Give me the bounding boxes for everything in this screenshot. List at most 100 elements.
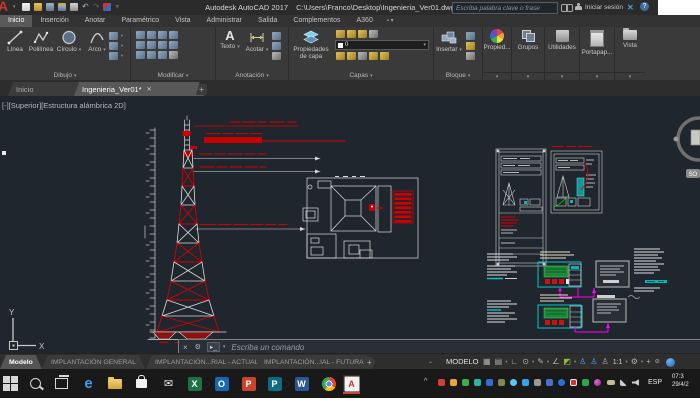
panel-modificar-label[interactable]: Modificar (131, 72, 215, 79)
excel-icon[interactable]: X (186, 375, 203, 392)
file-tab-close-icon[interactable]: ✕ (147, 86, 152, 93)
panel-portapapeles[interactable]: Portapap... (580, 27, 615, 80)
customization-icon[interactable]: + (645, 357, 652, 367)
create-block-icon[interactable] (466, 32, 475, 40)
tray-icon-6[interactable] (498, 379, 505, 386)
layer-properties-button[interactable]: Propiedades de capa (291, 29, 331, 60)
scale-tool-icon[interactable] (147, 51, 156, 59)
model-space-button[interactable]: MODELO (443, 356, 482, 367)
layer-thaw-icon[interactable] (380, 52, 389, 60)
fillet-tool-icon[interactable] (158, 41, 167, 49)
tray-icon-7[interactable] (510, 379, 517, 386)
file-tab-ingenieria[interactable]: Ingenieria_Ver01* ✕ (74, 82, 204, 96)
layer-prev-icon[interactable] (347, 52, 356, 60)
panel-grupos[interactable]: Grupos (512, 27, 545, 80)
object-snap-icon[interactable]: ◩ (562, 357, 572, 367)
sign-in-button[interactable]: Iniciar sesión (585, 4, 623, 11)
mleader-tool-icon[interactable] (272, 42, 281, 50)
array-tool-icon[interactable] (158, 51, 167, 59)
layer-lock-icon[interactable] (358, 30, 367, 38)
tray-icon-4[interactable] (474, 379, 481, 386)
task-view-icon[interactable] (53, 375, 70, 392)
ribbon-tab-anotar[interactable]: Anotar (77, 15, 114, 27)
layer-on-icon[interactable] (336, 30, 345, 38)
trim-tool-icon[interactable] (158, 31, 167, 39)
publisher-icon[interactable]: P (266, 375, 283, 392)
save-as-icon[interactable] (58, 3, 66, 11)
utilidades-expand-icon[interactable] (545, 72, 579, 80)
arc-tool-button[interactable]: Arco (84, 29, 110, 53)
polar-tracking-icon[interactable]: ⊙ (521, 357, 530, 367)
exchange-apps-icon[interactable]: ✕ (627, 3, 634, 12)
rectangle-tool-icon[interactable] (109, 32, 118, 40)
command-recent-icon[interactable]: ▸_ (207, 342, 220, 352)
new-file-icon[interactable] (22, 3, 30, 11)
ribbon-tab-inicio[interactable]: Inicio (0, 15, 32, 27)
region-dd-icon[interactable]: ▾ (121, 53, 123, 59)
annotation-scale-icon[interactable]: ♙ (601, 357, 610, 367)
grid-display-icon[interactable]: ▦ (482, 357, 492, 367)
qat-dropdown-icon[interactable]: ▾ (115, 3, 119, 11)
isodraft-dropdown-icon[interactable]: ▾ (547, 359, 549, 365)
help-icon[interactable]: ? (640, 2, 649, 11)
ortho-mode-icon[interactable]: ∟ (509, 357, 519, 367)
leader-tool-icon[interactable] (272, 32, 281, 40)
layer-isolate-icon[interactable] (369, 30, 378, 38)
mail-icon[interactable]: ✉ (160, 375, 177, 392)
object-snap-tracking-icon[interactable]: ∠ (551, 357, 560, 367)
save-icon[interactable] (46, 3, 54, 11)
store-icon[interactable] (133, 375, 150, 392)
viewport-controls-label[interactable]: [-][Superior][Estructura alámbrica 2D] (2, 101, 126, 110)
region-tool-icon[interactable] (109, 52, 118, 60)
battery-icon[interactable] (607, 380, 615, 385)
polyline-tool-button[interactable]: Polilínea (28, 29, 54, 53)
command-input[interactable] (229, 342, 700, 353)
ribbon-tab-salida[interactable]: Salida (250, 15, 285, 27)
ribbon-tab-vista[interactable]: Vista (167, 15, 198, 27)
text-tool-button[interactable]: A Texto (217, 29, 243, 50)
tray-expand-icon[interactable]: ^ (424, 378, 427, 385)
volume-icon[interactable] (632, 379, 639, 386)
stretch-tool-icon[interactable] (136, 51, 145, 59)
isodraft-icon[interactable]: ✎ (536, 357, 545, 367)
hatch-tool-icon[interactable] (109, 42, 118, 50)
new-layout-button[interactable]: + (364, 357, 375, 368)
ribbon-tab-complementos[interactable]: Complementos (285, 15, 348, 27)
layout-tab-implantacion-actual[interactable]: IMPLANTACIÓN...RIAL - ACTUAL (146, 355, 267, 369)
search-binoculars-icon[interactable] (561, 4, 571, 11)
snap-mode-icon[interactable]: ▤ (494, 357, 504, 367)
panel-anotacion-label[interactable]: Anotación (216, 72, 288, 79)
layer-match-icon[interactable] (336, 52, 345, 60)
panel-bloque-label[interactable]: Bloque (434, 72, 482, 79)
ribbon-tab-administrar[interactable]: Administrar (199, 15, 250, 27)
redo-icon[interactable]: ↷ (93, 3, 100, 11)
autoscale-icon[interactable]: ♙ (589, 357, 598, 367)
viewcube-compass-badge[interactable]: SO (689, 172, 698, 178)
tray-icon-3[interactable] (462, 379, 469, 386)
ribbon-minimize-icon[interactable]: ▪ ▾ (381, 15, 400, 27)
undo-icon[interactable]: ↶ (82, 3, 89, 11)
explode-tool-icon[interactable] (169, 41, 178, 49)
panel-utilidades[interactable]: Utilidades (545, 27, 580, 80)
layout-tab-implantacion-futura[interactable]: IMPLANTACIÓN...IAL - FUTURA (255, 355, 373, 369)
rotate-tool-icon[interactable] (147, 31, 156, 39)
panel-capas-label[interactable]: Capas (289, 72, 433, 79)
command-close-icon[interactable]: × (179, 343, 192, 352)
ribbon-tab-a360[interactable]: A360 (349, 15, 381, 27)
layout-tab-implantacion-general[interactable]: IMPLANTACIÓN GENERAL (42, 355, 145, 369)
table-tool-icon[interactable] (272, 52, 281, 60)
clean-screen-icon[interactable] (666, 358, 675, 367)
tray-icon-2[interactable] (450, 379, 457, 386)
open-file-icon[interactable] (34, 3, 42, 11)
file-tab-inicio[interactable]: Inicio (8, 82, 86, 96)
tray-icon-10[interactable] (546, 379, 553, 386)
phone-icon[interactable] (582, 379, 589, 386)
hatch-dd-icon[interactable]: ▾ (121, 43, 123, 49)
rect-dd-icon[interactable]: ▾ (121, 33, 123, 39)
annotation-visibility-icon[interactable]: ♙ (578, 357, 587, 367)
copy-tool-icon[interactable] (136, 41, 145, 49)
mirror-tool-icon[interactable] (147, 41, 156, 49)
panel-dibujo-label[interactable]: Dibujo (0, 72, 130, 79)
plot-icon[interactable] (70, 3, 78, 11)
workspace-dropdown-icon[interactable]: ▾ (641, 359, 643, 365)
